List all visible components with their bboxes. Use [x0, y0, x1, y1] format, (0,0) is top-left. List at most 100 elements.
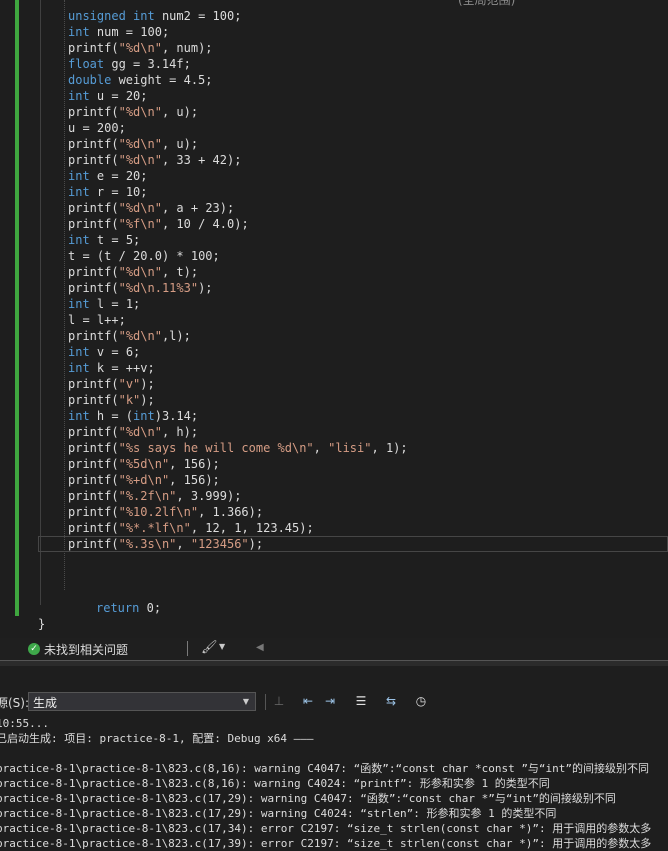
- code-line[interactable]: return 0;: [0, 600, 668, 616]
- code-line[interactable]: float gg = 3.14f;: [0, 56, 668, 72]
- code-line[interactable]: printf("%d\n", u);: [0, 136, 668, 152]
- code-line[interactable]: int k = ++v;: [0, 360, 668, 376]
- code-line-text: printf("%s says he will come %d\n", "lis…: [68, 441, 408, 455]
- code-line[interactable]: int v = 6;: [0, 344, 668, 360]
- code-line-text: unsigned int num2 = 100;: [68, 9, 242, 23]
- editor-status-bar: ✓ 未找到相关问题 🖌 ▼ ◀: [0, 638, 668, 660]
- output-line-text: practice-8-1\practice-8-1\823.c(17,29): …: [0, 792, 616, 805]
- output-line[interactable]: practice-8-1\practice-8-1\823.c(17,29): …: [0, 791, 668, 806]
- output-toolbar: 源(S): 生成 ▼ ⊥ ⇤ ⇥ ☰ ⇆ ◷: [0, 690, 668, 714]
- output-line[interactable]: practice-8-1\practice-8-1\823.c(8,16): w…: [0, 776, 668, 791]
- code-line-text: printf("%d\n.11%3");: [68, 281, 213, 295]
- code-line-text: l = l++;: [68, 313, 126, 327]
- code-lines[interactable]: unsigned int num2 = 100; int num = 100; pr…: [0, 8, 668, 632]
- code-line-text: int h = (int)3.14;: [68, 409, 199, 423]
- output-line-text: 10:55...: [0, 717, 49, 730]
- output-panel: 源(S): 生成 ▼ ⊥ ⇤ ⇥ ☰ ⇆ ◷ 10:55... 已启动生成: 项目…: [0, 666, 668, 850]
- output-line-text: practice-8-1\practice-8-1\823.c(8,16): w…: [0, 777, 550, 790]
- output-line[interactable]: [0, 746, 668, 761]
- editor-top-strip: (全局范围): [0, 0, 668, 8]
- output-line[interactable]: 已启动生成: 项目: practice-8-1, 配置: Debug x64 —…: [0, 731, 668, 746]
- code-editor[interactable]: (全局范围) unsigned int num2 = 100; int num =…: [0, 0, 668, 632]
- code-line-text: int k = ++v;: [68, 361, 155, 375]
- scope-dropdown-label[interactable]: (全局范围): [458, 0, 515, 8]
- code-line-text: printf("%.3s\n", "123456");: [68, 537, 264, 551]
- code-line[interactable]: int e = 20;: [0, 168, 668, 184]
- code-line[interactable]: printf("%*.*lf\n", 12, 1, 123.45);: [0, 520, 668, 536]
- output-line-text: practice-8-1\practice-8-1\823.c(8,16): w…: [0, 762, 650, 775]
- code-line[interactable]: printf("%d\n", h);: [0, 424, 668, 440]
- code-line[interactable]: int t = 5;: [0, 232, 668, 248]
- code-line-text: float gg = 3.14f;: [68, 57, 191, 71]
- code-line[interactable]: int h = (int)3.14;: [0, 408, 668, 424]
- code-line-text: int l = 1;: [68, 297, 141, 311]
- code-line-text: u = 200;: [68, 121, 126, 135]
- output-line[interactable]: practice-8-1\practice-8-1\823.c(17,29): …: [0, 806, 668, 821]
- issues-status-label[interactable]: 未找到相关问题: [44, 641, 128, 658]
- code-line-text: printf("%d\n", num);: [68, 41, 213, 55]
- code-line[interactable]: printf("%.3s\n", "123456");: [38, 536, 668, 552]
- output-line[interactable]: practice-8-1\practice-8-1\823.c(8,16): w…: [0, 761, 668, 776]
- output-source-select[interactable]: 生成 ▼: [28, 692, 256, 711]
- code-line[interactable]: printf("v");: [0, 376, 668, 392]
- output-source-value: 生成: [33, 696, 58, 710]
- code-line[interactable]: printf("%5d\n", 156);: [0, 456, 668, 472]
- code-line[interactable]: u = 200;: [0, 120, 668, 136]
- code-line[interactable]: printf("%10.2lf\n", 1.366);: [0, 504, 668, 520]
- code-line[interactable]: t = (t / 20.0) * 100;: [0, 248, 668, 264]
- code-line[interactable]: printf("%.2f\n", 3.999);: [0, 488, 668, 504]
- output-line[interactable]: practice-8-1\practice-8-1\823.c(17,34): …: [0, 821, 668, 836]
- code-line[interactable]: printf("%d\n", u);: [0, 104, 668, 120]
- code-line[interactable]: printf("%d\n", t);: [0, 264, 668, 280]
- code-line-text: printf("%.2f\n", 3.999);: [68, 489, 242, 503]
- code-line-text: int r = 10;: [68, 185, 148, 199]
- output-line-text: practice-8-1\practice-8-1\823.c(17,29): …: [0, 807, 557, 820]
- code-line-text: int t = 5;: [68, 233, 141, 247]
- code-line[interactable]: printf("%d\n", a + 23);: [0, 200, 668, 216]
- chevron-down-icon[interactable]: ▼: [243, 697, 249, 706]
- code-line[interactable]: printf("%d\n", num);: [0, 40, 668, 56]
- code-line-text: printf("v");: [68, 377, 155, 391]
- chevron-down-icon[interactable]: ▼: [219, 642, 225, 651]
- output-log[interactable]: 10:55... 已启动生成: 项目: practice-8-1, 配置: Deb…: [0, 716, 668, 851]
- clock-icon[interactable]: ◷: [413, 693, 429, 709]
- code-line[interactable]: int r = 10;: [0, 184, 668, 200]
- find-message-icon[interactable]: ⊥: [271, 693, 287, 709]
- code-line[interactable]: printf("%+d\n", 156);: [0, 472, 668, 488]
- code-line-text: printf("%d\n", u);: [68, 105, 199, 119]
- check-circle-icon: ✓: [28, 643, 40, 655]
- brush-icon[interactable]: 🖌: [201, 640, 218, 655]
- code-line[interactable]: l = l++;: [0, 312, 668, 328]
- code-line[interactable]: int num = 100;: [0, 24, 668, 40]
- code-line[interactable]: printf("%d\n", 33 + 42);: [0, 152, 668, 168]
- code-line[interactable]: }: [0, 616, 668, 632]
- next-message-icon[interactable]: ⇥: [322, 693, 338, 709]
- code-line[interactable]: printf("%d\n",l);: [0, 328, 668, 344]
- output-line[interactable]: 10:55...: [0, 716, 668, 731]
- code-line[interactable]: [0, 568, 668, 584]
- previous-message-icon[interactable]: ⇤: [300, 693, 316, 709]
- word-wrap-icon[interactable]: ⇆: [383, 693, 399, 709]
- code-line-text: printf("%d\n", a + 23);: [68, 201, 235, 215]
- clear-all-icon[interactable]: ☰: [353, 693, 369, 709]
- code-line[interactable]: int u = 20;: [0, 88, 668, 104]
- code-line-text: printf("%5d\n", 156);: [68, 457, 220, 471]
- status-divider: [187, 641, 188, 656]
- scroll-left-icon[interactable]: ◀: [256, 642, 264, 653]
- code-line[interactable]: unsigned int num2 = 100;: [0, 8, 668, 24]
- code-line[interactable]: printf("%d\n.11%3");: [0, 280, 668, 296]
- code-line[interactable]: [0, 552, 668, 568]
- output-source-label: 源(S):: [0, 696, 30, 710]
- code-line-text: printf("%*.*lf\n", 12, 1, 123.45);: [68, 521, 314, 535]
- code-line-text: printf("%d\n",l);: [68, 329, 191, 343]
- code-line-text: printf("%d\n", t);: [68, 265, 199, 279]
- code-line[interactable]: int l = 1;: [0, 296, 668, 312]
- code-line[interactable]: double weight = 4.5;: [0, 72, 668, 88]
- code-line[interactable]: [0, 584, 668, 600]
- code-line[interactable]: printf("%f\n", 10 / 4.0);: [0, 216, 668, 232]
- code-line[interactable]: printf("k");: [0, 392, 668, 408]
- output-line-text: 已启动生成: 项目: practice-8-1, 配置: Debug x64 —…: [0, 732, 314, 745]
- code-line-text: t = (t / 20.0) * 100;: [68, 249, 220, 263]
- code-line[interactable]: printf("%s says he will come %d\n", "lis…: [0, 440, 668, 456]
- code-line-text: double weight = 4.5;: [68, 73, 213, 87]
